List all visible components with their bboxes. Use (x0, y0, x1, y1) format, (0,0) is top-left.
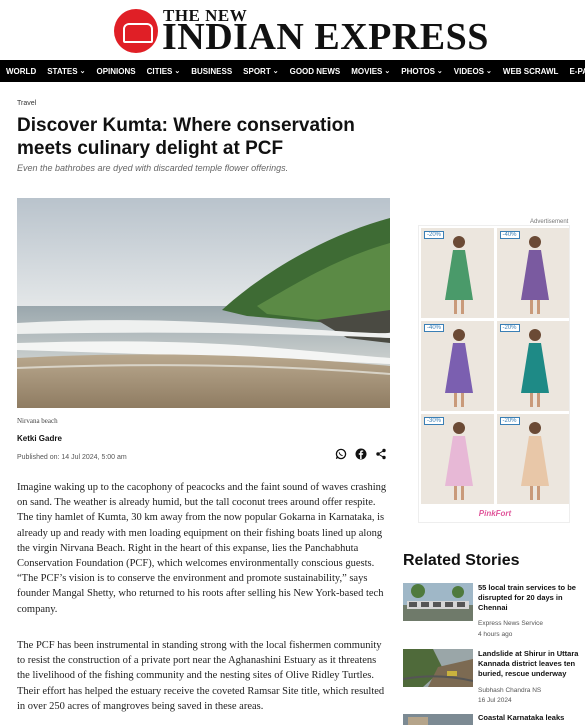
related-story-thumbnail[interactable] (403, 713, 473, 725)
discount-badge: -20% (499, 324, 520, 332)
author-name[interactable]: Ketki Gadre (17, 434, 62, 443)
nav-item-label: STATES (47, 66, 78, 76)
ad-product-tile[interactable]: -20% (421, 228, 494, 318)
brand-seal-logo[interactable] (114, 9, 158, 53)
main-nav: WORLD STATES ⌄ OPINIONS CITIES ⌄ BUSINESS SPORT… (0, 60, 585, 82)
nav-item-label: OPINIONS (96, 66, 136, 76)
chevron-down-icon: ⌄ (436, 68, 443, 75)
related-story-thumbnail[interactable] (403, 583, 473, 621)
discount-badge: -30% (424, 417, 445, 425)
nav-item-movies[interactable]: MOVIES ⌄ (345, 67, 395, 76)
ad-product-grid: -20% -40% -40% -20% -30% -20% (421, 228, 569, 504)
article-paragraph: Imagine waking up to the cacophony of pe… (17, 482, 387, 615)
nav-item-label: BUSINESS (191, 66, 233, 76)
facebook-icon[interactable] (355, 447, 367, 460)
related-story-thumbnail[interactable] (403, 649, 473, 687)
dress-model-image (496, 321, 569, 411)
image-caption: Nirvana beach (17, 417, 58, 425)
nav-item-cities[interactable]: CITIES ⌄ (141, 67, 186, 76)
whatsapp-icon[interactable] (335, 447, 347, 460)
nav-item-e-paper[interactable]: E-PAPER (563, 67, 585, 76)
related-story-date: 4 hours ago (478, 631, 513, 638)
hero-image-beach (17, 198, 390, 408)
nav-item-label: CITIES (146, 66, 173, 76)
nav-item-label: VIDEOS (453, 66, 485, 76)
dress-model-image (421, 228, 494, 318)
nav-item-label: WORLD (6, 66, 37, 76)
chevron-down-icon: ⌄ (272, 68, 279, 75)
article-subheadline: Even the bathrobes are dyed with discard… (17, 163, 289, 173)
nav-item-videos[interactable]: VIDEOS ⌄ (448, 67, 497, 76)
ad-brand-logo[interactable]: PinkFort (419, 509, 571, 518)
related-story-author: Subhash Chandra NS (478, 687, 542, 694)
related-stories-heading: Related Stories (403, 552, 520, 569)
nav-item-sport[interactable]: SPORT ⌄ (237, 67, 283, 76)
beach-illustration (17, 198, 390, 408)
ad-product-tile[interactable]: -40% (421, 321, 494, 411)
chevron-down-icon: ⌄ (486, 68, 492, 75)
chevron-down-icon: ⌄ (384, 68, 391, 75)
related-story[interactable]: Coastal Karnataka leaks (403, 713, 581, 725)
ad-product-tile[interactable]: -20% (496, 321, 569, 411)
nav-item-business[interactable]: BUSINESS (185, 67, 237, 76)
nav-item-good-news[interactable]: GOOD NEWS (284, 67, 346, 76)
nav-item-world[interactable]: WORLD (0, 67, 41, 76)
published-date: Published on: 14 Jul 2024, 5:00 am (17, 454, 127, 461)
brand-name-line2[interactable]: INDIAN EXPRESS (162, 17, 489, 57)
dress-model-image (421, 321, 494, 411)
ad-product-tile[interactable]: -30% (421, 414, 494, 504)
article-paragraph: The PCF has been instrumental in standin… (17, 640, 385, 712)
nav-item-states[interactable]: STATES ⌄ (41, 67, 90, 76)
nav-item-label: E-PAPER (569, 66, 585, 76)
nav-item-label: GOOD NEWS (289, 66, 341, 76)
related-story-headline[interactable]: Landslide at Shirur in Uttara Kannada di… (478, 649, 581, 679)
masthead: THE NEW INDIAN EXPRESS (0, 0, 585, 60)
nav-item-label: SPORT (243, 66, 271, 76)
nav-item-label: WEB SCRAWL (502, 66, 559, 76)
related-story-date: 16 Jul 2024 (478, 697, 512, 704)
nav-item-label: PHOTOS (401, 66, 435, 76)
related-story-headline[interactable]: Coastal Karnataka leaks (478, 713, 581, 723)
nav-item-label: MOVIES (351, 66, 383, 76)
chevron-down-icon: ⌄ (174, 68, 181, 75)
discount-badge: -20% (424, 231, 445, 239)
related-story-headline[interactable]: 55 local train services to be disrupted … (478, 583, 581, 613)
dress-model-image (496, 414, 569, 504)
discount-badge: -20% (499, 417, 520, 425)
ad-product-tile[interactable]: -20% (496, 414, 569, 504)
advertisement-banner[interactable]: ✕ -20%-40%-40%-20%-30%-20% PinkFort (418, 225, 570, 523)
related-story[interactable]: 55 local train services to be disrupted … (403, 583, 581, 643)
chevron-down-icon: ⌄ (79, 68, 86, 75)
share-bar (335, 447, 387, 460)
share-icon[interactable] (375, 447, 387, 460)
nav-item-web-scrawl[interactable]: WEB SCRAWL (497, 67, 564, 76)
nav-item-photos[interactable]: PHOTOS ⌄ (395, 67, 448, 76)
ad-product-tile[interactable]: -40% (496, 228, 569, 318)
nav-item-opinions[interactable]: OPINIONS (90, 67, 140, 76)
discount-badge: -40% (499, 231, 520, 239)
related-story[interactable]: Landslide at Shirur in Uttara Kannada di… (403, 649, 581, 709)
related-story-author: Express News Service (478, 620, 544, 627)
section-label[interactable]: Travel (17, 100, 36, 107)
dress-model-image (496, 228, 569, 318)
dress-model-image (421, 414, 494, 504)
discount-badge: -40% (424, 324, 445, 332)
article-headline: Discover Kumta: Where conservation meets… (17, 115, 355, 159)
